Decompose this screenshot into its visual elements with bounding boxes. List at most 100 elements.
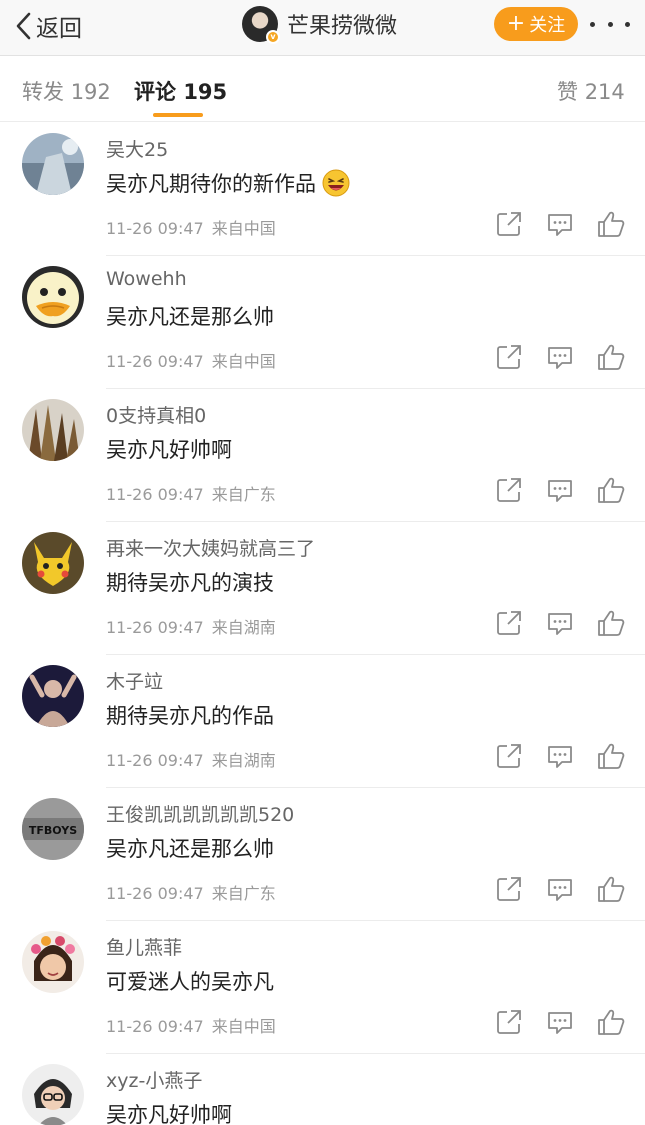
like-button[interactable] [596, 209, 626, 239]
more-dot-icon [607, 21, 613, 27]
tab-repost-count: 192 [70, 80, 111, 104]
comment-source: 来自中国 [211, 219, 276, 238]
comment-username[interactable]: 鱼儿燕菲 [106, 933, 182, 960]
share-icon [497, 345, 521, 369]
comment-text-content: 期待吴亦凡的作品 [106, 704, 274, 728]
reply-button[interactable] [545, 342, 575, 372]
more-options-button[interactable] [590, 12, 630, 36]
comment-text-content: 期待吴亦凡的演技 [106, 571, 274, 595]
comment-username[interactable]: 王俊凯凯凯凯凯凯520 [106, 800, 294, 827]
comment-meta: 11-26 09:47 来自中国 [106, 1013, 276, 1037]
active-tab-indicator [153, 113, 203, 117]
comment-username[interactable]: xyz-小燕子 [106, 1066, 202, 1093]
avatar[interactable]: TFBOYS [22, 798, 84, 860]
share-button[interactable] [494, 209, 524, 239]
like-button[interactable] [596, 342, 626, 372]
reply-button[interactable] [545, 874, 575, 904]
like-button[interactable] [596, 874, 626, 904]
more-dot-icon [590, 21, 595, 27]
comment-item: Wowehh 吴亦凡还是那么帅 11-26 09:47 来自中国 [0, 256, 645, 389]
avatar[interactable] [22, 1064, 84, 1125]
comment-meta: 11-26 09:47 来自中国 [106, 215, 276, 239]
thumbs-up-icon [598, 477, 625, 503]
back-button[interactable]: 返回 [14, 8, 82, 44]
share-button[interactable] [494, 608, 524, 638]
comment-source: 来自湖南 [211, 751, 276, 770]
reply-button[interactable] [545, 608, 575, 638]
comment-text-content: 吴亦凡还是那么帅 [106, 305, 274, 329]
comment-username[interactable]: 再来一次大姨妈就高三了 [106, 534, 315, 561]
comment-text: 可爱迷人的吴亦凡 [106, 966, 274, 996]
comment-meta: 11-26 09:47 来自广东 [106, 880, 276, 904]
reply-button[interactable] [545, 1007, 575, 1037]
comment-icon [548, 613, 572, 635]
page-title-group[interactable]: v 芒果捞微微 [242, 6, 397, 44]
tab-bar: 转发 192 评论 195 赞 214 [0, 56, 645, 122]
share-button[interactable] [494, 874, 524, 904]
tab-comment[interactable]: 评论 195 [134, 76, 227, 106]
comment-source: 来自中国 [211, 352, 276, 371]
comment-meta: 11-26 09:47 来自中国 [106, 348, 276, 372]
tab-comment-label: 评论 [134, 80, 176, 104]
tab-like[interactable]: 赞 214 [557, 76, 625, 106]
reply-button[interactable] [545, 475, 575, 505]
share-button[interactable] [494, 342, 524, 372]
more-dot-icon [625, 21, 630, 27]
comment-meta: 11-26 09:47 来自湖南 [106, 614, 276, 638]
reply-button[interactable] [545, 209, 575, 239]
comment-time: 11-26 09:47 [106, 884, 204, 903]
comment-time: 11-26 09:47 [106, 352, 204, 371]
share-icon [497, 611, 521, 635]
comment-text: 吴亦凡好帅啊 [106, 434, 232, 464]
comment-time: 11-26 09:47 [106, 219, 204, 238]
comment-source: 来自中国 [211, 1017, 276, 1036]
share-icon [497, 478, 521, 502]
like-button[interactable] [596, 608, 626, 638]
chevron-left-icon [16, 12, 31, 40]
reply-button[interactable] [545, 741, 575, 771]
comment-meta: 11-26 09:47 来自湖南 [106, 747, 276, 771]
tab-like-label: 赞 [557, 80, 578, 104]
thumbs-up-icon [598, 344, 625, 370]
avatar[interactable] [22, 266, 84, 328]
follow-label: 关注 [529, 15, 566, 36]
avatar[interactable] [22, 665, 84, 727]
comment-username[interactable]: 0支持真相0 [106, 401, 206, 428]
comment-username[interactable]: Wowehh [106, 268, 187, 290]
thumbs-up-icon [598, 743, 625, 769]
comment-source: 来自湖南 [211, 618, 276, 637]
share-button[interactable] [494, 1007, 524, 1037]
thumbs-up-icon [598, 211, 625, 237]
comment-icon [548, 1012, 572, 1034]
comment-time: 11-26 09:47 [106, 1017, 204, 1036]
avatar[interactable] [22, 532, 84, 594]
share-icon [497, 212, 521, 236]
like-button[interactable] [596, 475, 626, 505]
comment-text: 期待吴亦凡的演技 [106, 567, 274, 597]
comment-username[interactable]: 吴大25 [106, 135, 168, 162]
comment-username[interactable]: 木子竝 [106, 667, 163, 694]
share-button[interactable] [494, 741, 524, 771]
thumbs-up-icon [598, 876, 625, 902]
comment-source: 来自广东 [211, 485, 276, 504]
comment-text: 吴亦凡好帅啊 [106, 1099, 232, 1125]
tab-repost[interactable]: 转发 192 [22, 76, 111, 106]
comment-meta: 11-26 09:47 来自广东 [106, 481, 276, 505]
comment-text-content: 吴亦凡还是那么帅 [106, 837, 274, 861]
comment-icon [548, 214, 572, 236]
comment-icon [548, 480, 572, 502]
thumbs-up-icon [598, 1009, 625, 1035]
avatar[interactable] [22, 133, 84, 195]
comment-text: 吴亦凡还是那么帅 [106, 301, 274, 331]
back-label: 返回 [36, 16, 82, 42]
share-button[interactable] [494, 475, 524, 505]
comment-item: xyz-小燕子 吴亦凡好帅啊 [0, 1054, 645, 1125]
like-button[interactable] [596, 741, 626, 771]
avatar[interactable] [22, 399, 84, 461]
tab-comment-count: 195 [183, 80, 228, 104]
author-avatar[interactable]: v [242, 6, 280, 44]
comment-source: 来自广东 [211, 884, 276, 903]
follow-button[interactable]: + 关注 [494, 7, 578, 41]
like-button[interactable] [596, 1007, 626, 1037]
avatar[interactable] [22, 931, 84, 993]
